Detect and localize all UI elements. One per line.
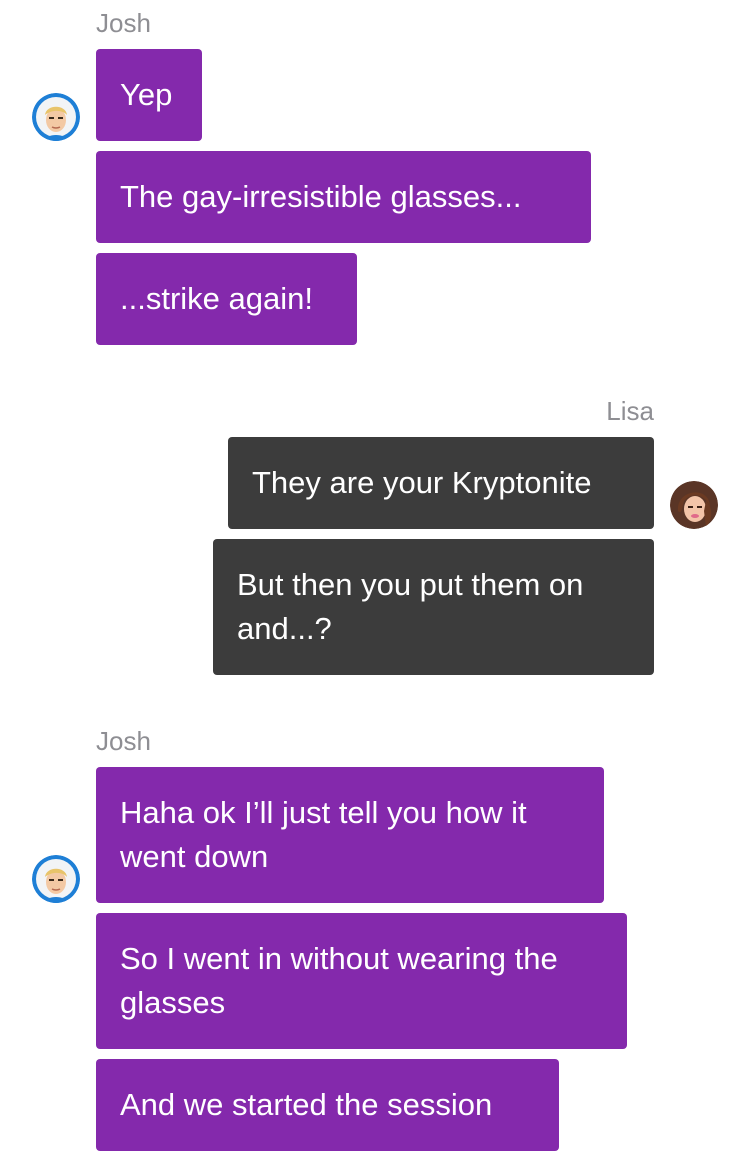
josh-avatar-icon[interactable] (32, 855, 80, 903)
message-text: So I went in without wearing the glasses (120, 941, 558, 1020)
lisa-avatar-icon[interactable] (670, 481, 718, 529)
message-bubble[interactable]: They are your Kryptonite (228, 437, 654, 529)
message-bubble[interactable]: But then you put them on and...? (213, 539, 654, 675)
sender-name-josh: Josh (96, 8, 151, 38)
message-bubble[interactable]: ...strike again! (96, 253, 357, 345)
josh-avatar-icon[interactable] (32, 93, 80, 141)
message-text: They are your Kryptonite (252, 465, 592, 500)
message-bubble[interactable]: So I went in without wearing the glasses (96, 913, 627, 1049)
message-bubble[interactable]: Yep (96, 49, 202, 141)
message-bubble[interactable]: Haha ok I’ll just tell you how it went d… (96, 767, 604, 903)
message-text: Haha ok I’ll just tell you how it went d… (120, 795, 527, 874)
message-text: The gay-irresistible glasses... (120, 179, 522, 214)
sender-name-lisa: Lisa (606, 396, 654, 426)
message-text: ...strike again! (120, 281, 313, 316)
message-text: But then you put them on and...? (237, 567, 584, 646)
message-text: Yep (120, 77, 173, 112)
message-bubble[interactable]: And we started the session (96, 1059, 559, 1151)
message-bubble[interactable]: The gay-irresistible glasses... (96, 151, 591, 243)
sender-name-josh: Josh (96, 726, 151, 756)
message-text: And we started the session (120, 1087, 493, 1122)
